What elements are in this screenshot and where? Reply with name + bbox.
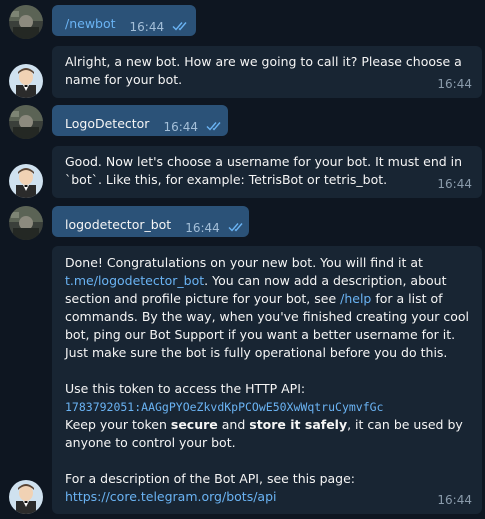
text-segment: and	[221, 417, 246, 432]
incoming-message[interactable]: Alright, a new bot. How are we going to …	[52, 46, 482, 98]
bot-link[interactable]: t.me/logodetector_bot	[65, 273, 204, 288]
message-text: Alright, a new bot. How are we going to …	[65, 54, 462, 87]
message-time: 16:44	[437, 77, 472, 91]
outgoing-message[interactable]: /newbot 16:44	[52, 5, 196, 36]
message-text: Good. Now let's choose a username for yo…	[65, 154, 463, 187]
message-row: /newbot 16:44	[0, 5, 485, 39]
message-row: logodetector_bot 16:44	[0, 206, 485, 240]
message-time: 16:44	[437, 493, 472, 507]
botfather-avatar-icon[interactable]	[9, 164, 43, 198]
message-row: LogoDetector 16:44	[0, 105, 485, 139]
outgoing-message[interactable]: LogoDetector 16:44	[52, 105, 228, 136]
message-paragraph: Done! Congratulations on your new bot. Y…	[65, 254, 470, 362]
text-segment: Use this token to access the HTTP API:	[65, 381, 306, 396]
bold-text: secure	[170, 417, 218, 432]
message-text: logodetector_bot	[65, 216, 172, 232]
message-time: 16:44	[163, 119, 199, 134]
message-meta: 16:44	[130, 18, 191, 36]
text-segment: Done! Congratulations on your new bot. Y…	[65, 255, 423, 270]
user-avatar-icon[interactable]	[9, 5, 43, 39]
message-meta: 16:44	[163, 118, 224, 136]
botfather-avatar-icon[interactable]	[9, 480, 43, 514]
command-text[interactable]: /newbot	[65, 15, 116, 33]
message-row: Done! Congratulations on your new bot. Y…	[0, 246, 485, 514]
help-command-link[interactable]: /help	[340, 291, 371, 306]
double-check-icon	[172, 18, 190, 36]
text-segment: Keep your token	[65, 417, 167, 432]
user-avatar-icon[interactable]	[9, 105, 43, 139]
botfather-avatar-icon[interactable]	[9, 64, 43, 98]
outgoing-message[interactable]: logodetector_bot 16:44	[52, 206, 249, 237]
double-check-icon	[228, 219, 246, 237]
message-time: 16:44	[129, 19, 165, 34]
message-time: 16:44	[437, 177, 472, 191]
message-text: LogoDetector	[65, 115, 150, 131]
message-time: 16:44	[185, 220, 220, 235]
api-token[interactable]: 1783792051:AAGgPYOeZkvdKpPCOwE50XwWqtruC…	[65, 398, 470, 416]
user-avatar-icon[interactable]	[9, 206, 43, 240]
api-docs-link[interactable]: https://core.telegram.org/bots/api	[65, 488, 470, 506]
message-row: Good. Now let's choose a username for yo…	[0, 146, 485, 198]
message-paragraph: For a description of the Bot API, see th…	[65, 470, 470, 506]
incoming-message[interactable]: Done! Congratulations on your new bot. Y…	[52, 246, 482, 514]
text-segment: For a description of the Bot API, see th…	[65, 471, 356, 486]
message-meta: 16:44	[185, 219, 246, 237]
bold-text: store it safely	[249, 417, 348, 432]
message-paragraph: Use this token to access the HTTP API: 1…	[65, 380, 470, 452]
incoming-message[interactable]: Good. Now let's choose a username for yo…	[52, 146, 482, 198]
double-check-icon	[206, 118, 224, 136]
message-row: Alright, a new bot. How are we going to …	[0, 46, 485, 98]
